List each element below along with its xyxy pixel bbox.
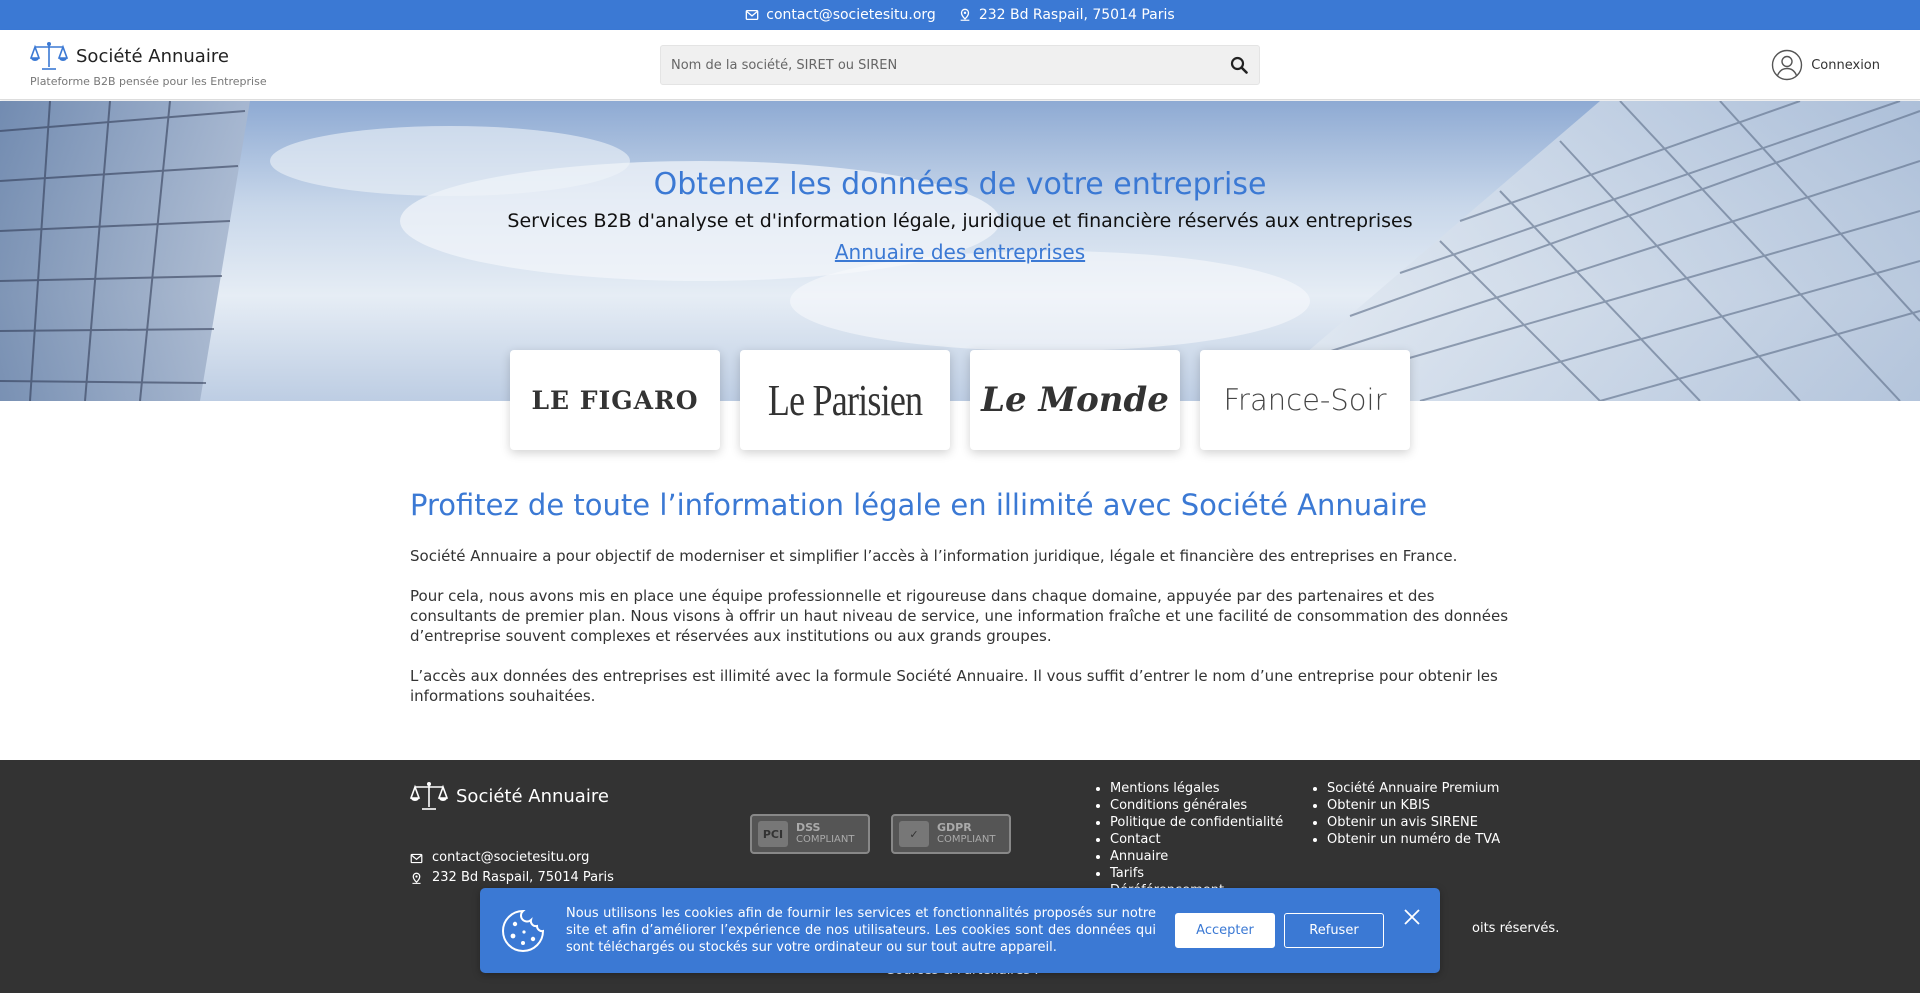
footer-link[interactable]: Mentions légales [1110,780,1283,797]
press-logos: LE FIGARO Le Parisien Le Monde France-So… [510,350,1410,450]
user-circle-icon [1772,49,1803,81]
footer-brand[interactable]: Société Annuaire [410,780,609,812]
intro-paragraph-2: Pour cela, nous avons mis en place une é… [410,587,1509,645]
pci-dss-badge: PCI DSS COMPLIANT [750,814,870,854]
intro-paragraph-3: L’accès aux données des entreprises est … [410,667,1498,705]
hero-subtitle: Services B2B d'analyse et d'information … [507,210,1413,232]
cookie-banner: Nous utilisons les cookies afin de fourn… [480,888,1440,973]
gdpr-check-icon: ✓ [899,821,929,847]
france-soir-logo: France-Soir [1223,383,1387,417]
topbar-address: 232 Bd Raspail, 75014 Paris [958,7,1175,23]
intro-paragraph-1: Société Annuaire a pour objectif de mode… [410,547,1458,565]
pci-badge-sub: COMPLIANT [796,834,855,845]
le-parisien-logo: Le Parisien [767,375,923,425]
footer-rights: oits réservés. [1472,921,1560,936]
main-content: Profitez de toute l’information légale e… [410,488,1520,726]
location-pin-icon [412,872,421,884]
footer-link[interactable]: Contact [1110,831,1283,848]
footer-link[interactable]: Conditions générales [1110,797,1283,814]
topbar-email-text[interactable]: contact@societesitu.org [766,7,936,23]
gdpr-badge: ✓ GDPR COMPLIANT [891,814,1011,854]
refuse-cookies-button[interactable]: Refuser [1284,913,1384,948]
le-figaro-logo: LE FIGARO [531,385,699,415]
envelope-icon [745,9,759,21]
topbar-address-text: 232 Bd Raspail, 75014 Paris [978,7,1175,23]
footer-link[interactable]: Obtenir un avis SIRENE [1327,814,1500,831]
company-search-box [660,45,1260,85]
gdpr-badge-sub: COMPLIANT [937,834,996,845]
footer-address: 232 Bd Raspail, 75014 Paris [410,868,614,888]
cookie-icon [502,909,545,952]
cookie-message: Nous utilisons les cookies afin de fourn… [566,906,1156,955]
pci-badge-title: DSS [796,821,821,834]
site-header: Société Annuaire Plateforme B2B pensée p… [0,30,1920,100]
top-contact-bar: contact@societesitu.org 232 Bd Raspail, … [0,0,1920,30]
press-card-le-parisien: Le Parisien [740,350,950,450]
topbar-email[interactable]: contact@societesitu.org [745,7,936,23]
login-label[interactable]: Connexion [1811,58,1880,73]
footer-address-text: 232 Bd Raspail, 75014 Paris [432,870,614,885]
gdpr-badge-title: GDPR [937,821,972,834]
footer-link[interactable]: Société Annuaire Premium [1327,780,1500,797]
brand-name[interactable]: Société Annuaire [76,46,229,67]
company-directory-link[interactable]: Annuaire des entreprises [835,240,1085,264]
press-card-france-soir: France-Soir [1200,350,1410,450]
accept-cookies-button[interactable]: Accepter [1175,913,1275,948]
footer-link[interactable]: Obtenir un KBIS [1327,797,1500,814]
company-search-input[interactable] [661,57,1219,73]
footer-links-services: Société Annuaire Premium Obtenir un KBIS… [1327,780,1500,848]
footer-link[interactable]: Tarifs [1110,865,1283,882]
brand-tagline: Plateforme B2B pensée pour les Entrepris… [30,75,267,88]
press-card-le-figaro: LE FIGARO [510,350,720,450]
footer-link[interactable]: Annuaire [1110,848,1283,865]
hero-title: Obtenez les données de votre entreprise [653,167,1267,202]
brand-logo[interactable]: Société Annuaire Plateforme B2B pensée p… [30,40,267,88]
scales-of-justice-icon [30,42,68,70]
footer-links-legal: Mentions légales Conditions générales Po… [1110,780,1283,899]
search-icon [1230,56,1248,74]
footer-link[interactable]: Obtenir un numéro de TVA [1327,831,1500,848]
main-heading: Profitez de toute l’information légale e… [410,488,1428,522]
footer-contact: contact@societesitu.org 232 Bd Raspail, … [410,848,614,888]
envelope-icon [410,853,423,863]
footer-brand-name[interactable]: Société Annuaire [456,786,609,807]
le-monde-logo: Le Monde [981,380,1169,420]
footer-email[interactable]: contact@societesitu.org [410,848,614,868]
search-button[interactable] [1219,45,1259,85]
location-pin-icon [960,8,970,21]
login-link[interactable]: Connexion [1771,49,1880,81]
press-card-le-monde: Le Monde [970,350,1180,450]
close-icon[interactable] [1403,908,1421,926]
pci-icon: PCI [758,821,788,847]
scales-of-justice-icon [410,782,448,810]
footer-link[interactable]: Politique de confidentialité [1110,814,1283,831]
footer-email-text[interactable]: contact@societesitu.org [432,848,589,868]
